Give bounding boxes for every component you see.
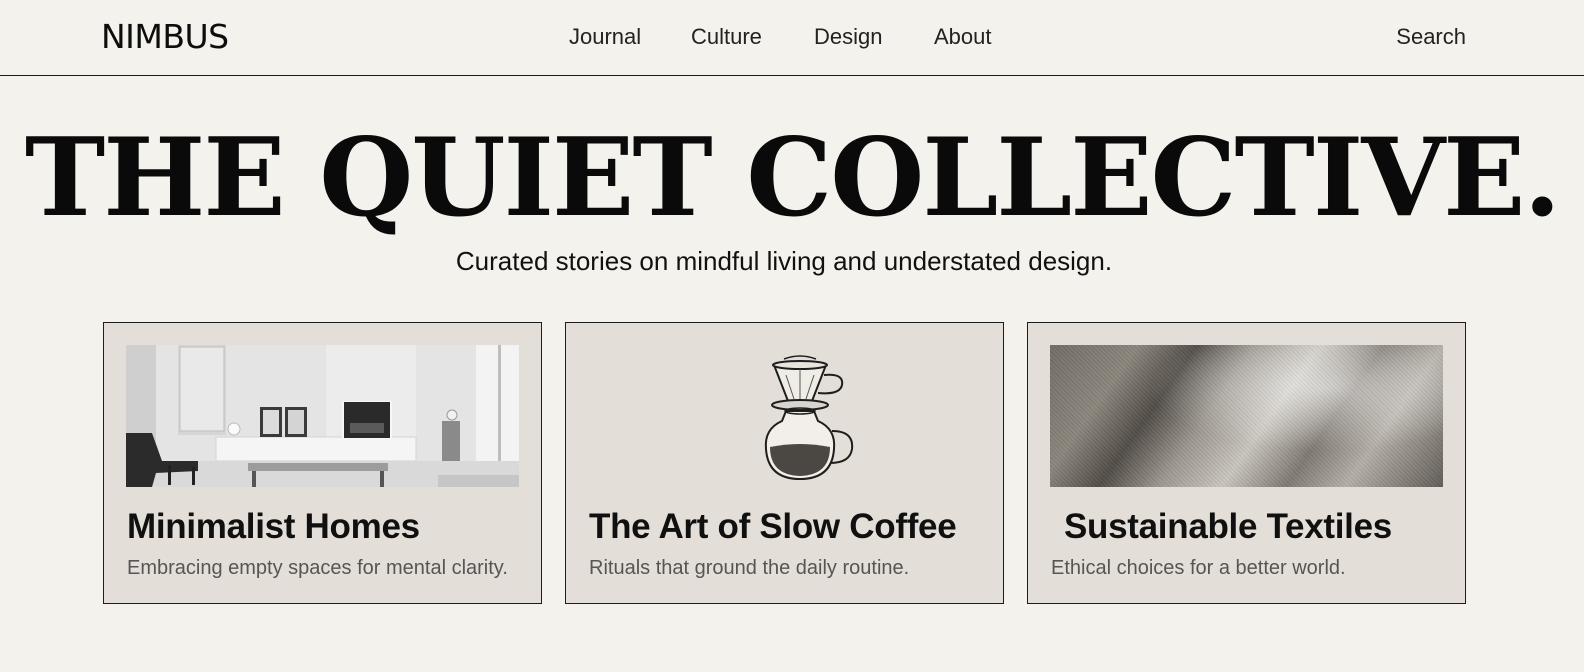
nav-item-culture[interactable]: Culture xyxy=(691,24,762,50)
article-card-slow-coffee[interactable]: The Art of Slow Coffee Rituals that grou… xyxy=(565,322,1004,604)
nav-item-about[interactable]: About xyxy=(934,24,992,50)
card-title[interactable]: Sustainable Textiles xyxy=(1064,507,1392,547)
card-description: Ethical choices for a better world. xyxy=(1051,557,1346,579)
search-link[interactable]: Search xyxy=(1396,24,1466,50)
hero-subtitle: Curated stories on mindful living and un… xyxy=(455,246,1113,276)
article-card-sustainable-textiles[interactable]: Sustainable Textiles Ethical choices for… xyxy=(1027,322,1466,604)
fabric-texture-image xyxy=(1050,345,1443,487)
pour-over-coffee-illustration[interactable] xyxy=(588,345,981,487)
card-description: Embracing empty spaces for mental clarit… xyxy=(127,557,508,579)
card-title[interactable]: The Art of Slow Coffee xyxy=(589,507,957,547)
linen-fabric-photo[interactable] xyxy=(1050,345,1443,487)
top-navigation-bar: NIMBUS Journal Culture Design About Sear… xyxy=(0,0,1584,76)
card-description: Rituals that ground the daily routine. xyxy=(589,557,910,579)
primary-nav: Journal Culture Design About xyxy=(0,24,1584,54)
hero-title: THE QUIET COLLECTIVE. xyxy=(24,115,1561,241)
room-image xyxy=(126,345,519,487)
article-card-minimalist-homes[interactable]: Minimalist Homes Embracing empty spaces … xyxy=(103,322,542,604)
minimalist-room-photo[interactable] xyxy=(126,345,519,487)
coffee-dripper-icon xyxy=(764,355,854,481)
nav-item-journal[interactable]: Journal xyxy=(569,24,641,50)
card-title[interactable]: Minimalist Homes xyxy=(127,507,420,547)
nav-item-design[interactable]: Design xyxy=(814,24,882,50)
